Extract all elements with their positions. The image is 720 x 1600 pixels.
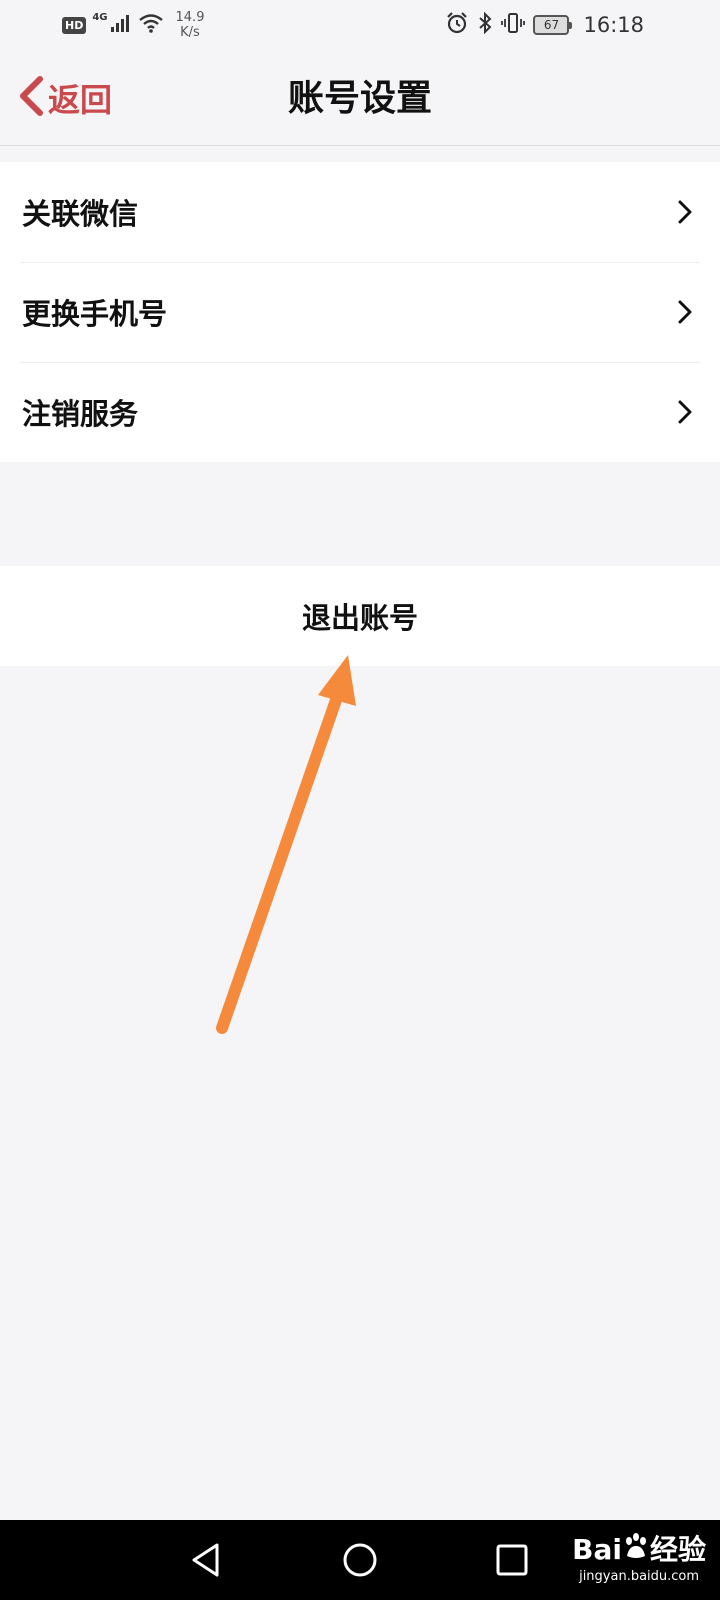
recents-square-icon[interactable] (492, 1540, 532, 1580)
watermark-logo: Bai 经验 (572, 1532, 706, 1567)
logout-button[interactable]: 退出账号 (0, 566, 720, 666)
network-speed: 14.9 K/s (176, 10, 205, 40)
settings-item-cancel-service[interactable]: 注销服务 (0, 362, 720, 462)
settings-list: 关联微信 更换手机号 注销服务 (0, 162, 720, 462)
page-title: 账号设置 (287, 77, 432, 119)
network-type: 4G (92, 12, 108, 23)
settings-item-label: 关联微信 (22, 197, 139, 231)
status-right: 67 16:18 (445, 8, 644, 42)
back-triangle-icon[interactable] (186, 1540, 226, 1580)
speed-unit: K/s (180, 25, 200, 40)
hd-badge: HD (62, 16, 87, 34)
nav-bar: 返回 账号设置 (0, 50, 720, 146)
watermark-url: jingyan.baidu.com (579, 1569, 700, 1584)
battery-level: 67 (543, 18, 560, 32)
watermark-logo-right: 经验 (649, 1532, 706, 1566)
chevron-right-icon (678, 400, 692, 428)
settings-item-link-wechat[interactable]: 关联微信 (0, 162, 720, 262)
paw-icon (623, 1532, 649, 1567)
signal-icon (110, 13, 132, 37)
baidu-jingyan-watermark: Bai 经验 jingyan.baidu.com (572, 1532, 706, 1584)
chevron-right-icon (678, 200, 692, 228)
wifi-icon (138, 13, 164, 37)
status-left: HD 4G 14.9 K/s (62, 8, 204, 42)
clock: 16:18 (583, 13, 644, 37)
vibrate-icon (501, 11, 526, 39)
speed-value: 14.9 (175, 10, 205, 25)
settings-item-change-phone[interactable]: 更换手机号 (0, 262, 720, 362)
battery-icon: 67 (533, 15, 573, 35)
chevron-right-icon (678, 300, 692, 328)
alarm-icon (445, 11, 469, 39)
logout-label: 退出账号 (301, 601, 418, 635)
system-nav-bar: Bai 经验 jingyan.baidu.com (0, 1520, 720, 1600)
home-circle-icon[interactable] (340, 1540, 380, 1580)
settings-item-label: 注销服务 (22, 397, 139, 431)
status-bar: HD 4G 14.9 K/s 67 16:18 (0, 0, 720, 50)
settings-item-label: 更换手机号 (22, 297, 168, 331)
watermark-logo-left: Bai (572, 1532, 622, 1566)
bluetooth-icon (477, 11, 493, 39)
